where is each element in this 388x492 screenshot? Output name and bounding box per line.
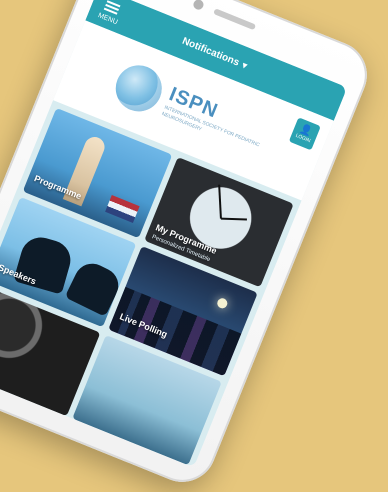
chevron-down-icon: ▾ [240, 59, 249, 71]
tile-label: Speakers [0, 262, 38, 287]
app-screen: MENU Notifications ▾ ISPN INTERNATIONAL … [0, 0, 348, 468]
tile-label: Live Polling [118, 311, 169, 340]
menu-button[interactable]: MENU [97, 0, 125, 26]
logo-text: ISPN INTERNATIONAL SOCIETY FOR PEDIATRIC… [161, 83, 277, 159]
earpiece-speaker [213, 8, 257, 31]
login-button[interactable]: 👤 LOGIN [288, 117, 321, 151]
front-camera [191, 0, 205, 12]
brain-head-logo-icon [108, 58, 169, 119]
tile-label: Programme [32, 173, 83, 202]
phone-device: MENU Notifications ▾ ISPN INTERNATIONAL … [0, 0, 378, 492]
